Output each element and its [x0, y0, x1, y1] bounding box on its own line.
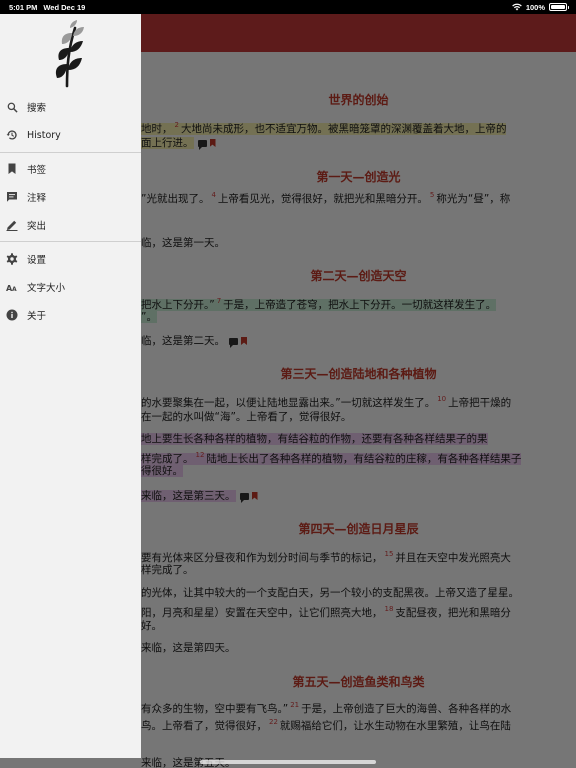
wheat-logo-icon — [55, 20, 84, 88]
status-right: 100% — [512, 2, 569, 12]
menu-item-label: 设置 — [27, 255, 47, 266]
status-date: Wed Dec 19 — [43, 2, 86, 12]
wifi-icon — [512, 3, 522, 11]
menu-item-history[interactable]: History — [0, 121, 141, 149]
menu-item-about[interactable]: 关于 — [0, 301, 141, 329]
highlighter-icon — [6, 219, 18, 231]
menu-item-label: 注释 — [27, 193, 47, 204]
menu-item-text-size[interactable]: AA 文字大小 — [0, 273, 141, 301]
menu-item-label: History — [27, 129, 61, 141]
menu-item-notes[interactable]: 注释 — [0, 183, 141, 211]
menu-item-label: 书签 — [27, 165, 47, 176]
menu-item-highlights[interactable]: 突出 — [0, 211, 141, 239]
menu-item-label: 突出 — [27, 221, 47, 232]
info-icon — [6, 309, 18, 321]
divider — [0, 241, 141, 242]
bookmark-icon — [6, 163, 18, 175]
menu-item-label: 搜索 — [27, 103, 47, 114]
menu-item-settings[interactable]: 设置 — [0, 245, 141, 273]
home-indicator[interactable] — [200, 760, 376, 764]
history-icon — [6, 129, 18, 141]
divider — [0, 152, 141, 153]
menu-item-search[interactable]: 搜索 — [0, 93, 141, 121]
svg-text:A: A — [12, 286, 17, 293]
text-size-icon: AA — [6, 281, 18, 293]
status-bar: 5:01 PM Wed Dec 19 100% — [0, 0, 576, 14]
menu-item-label: 文字大小 — [27, 283, 66, 294]
search-icon — [6, 101, 18, 113]
navigation-drawer: 搜索 History 书签 注释 突出 设置 A A 文字大小 关于 — [0, 14, 141, 758]
comment-icon — [6, 191, 18, 203]
menu-item-label: 关于 — [27, 311, 47, 322]
gear-icon — [6, 253, 18, 265]
battery-percent: 100% — [525, 2, 545, 12]
menu-item-bookmarks[interactable]: 书签 — [0, 155, 141, 183]
battery-icon — [549, 3, 569, 11]
status-time: 5:01 PM — [9, 2, 38, 12]
